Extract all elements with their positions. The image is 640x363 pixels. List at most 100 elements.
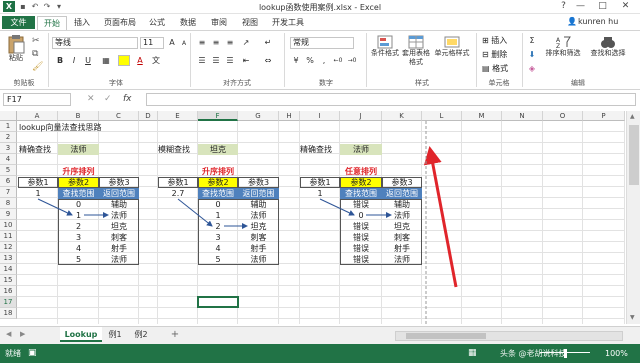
prev-sheet-icon[interactable]: ◀ [6,330,11,338]
sheet-tab-example2[interactable]: 例2 [130,327,152,342]
normal-view-icon[interactable]: ▦ [468,344,477,363]
sort-filter-label: 排序和筛选 [545,49,581,57]
tab-developer[interactable]: 开发工具 [269,16,307,30]
insert-cells-button[interactable]: ⊞ 插入 [482,35,507,46]
align-bottom-icon[interactable]: ≡ [224,37,236,48]
underline-button[interactable]: U [82,55,94,66]
zoom-level[interactable]: 100% [605,344,628,363]
cell-style-icon [444,36,460,48]
worksheet-grid[interactable]: ABCDEFGHIJKLMNOP 1 2 3 4 5 6 7 8 9 10 11 12 13 14 15 16… [0,111,625,324]
sheet-tab-example1[interactable]: 例1 [104,327,126,342]
tab-view[interactable]: 视图 [238,16,262,30]
insert-icon: ⊞ [482,36,492,45]
horizontal-scrollbar[interactable] [395,331,623,341]
close-button[interactable]: ✕ [617,0,634,13]
decrease-decimal-icon[interactable]: →0 [346,55,358,66]
cell-style-label: 单元格样式 [434,49,470,57]
format-as-table-button[interactable]: 套用表格格式 [402,35,430,67]
cut-icon[interactable]: ✂ [32,36,40,46]
bold-button[interactable]: B [54,55,66,66]
styles-group-label: 样式 [415,79,429,87]
clear-icon[interactable]: ◈ [526,63,538,74]
indent-icon[interactable]: ⇤ [240,55,252,66]
tab-formulas[interactable]: 公式 [145,16,169,30]
tab-insert[interactable]: 插入 [70,16,94,30]
number-format-select[interactable]: 常规 [290,37,354,49]
divider [48,33,49,87]
formula-input[interactable] [146,93,636,106]
tab-page-layout[interactable]: 页面布局 [101,16,139,30]
copy-icon[interactable]: ⧉ [32,49,38,59]
scroll-down-icon[interactable]: ▼ [630,314,635,321]
align-top-icon[interactable]: ≡ [196,37,208,48]
formula-bar: F17 ✕ ✓ fx [0,91,640,109]
restore-button[interactable]: □ [594,0,611,13]
help-button[interactable]: ? [555,0,572,13]
vertical-scrollbar[interactable]: ▲ ▼ [626,111,640,324]
zoom-slider-thumb[interactable] [564,349,567,358]
italic-button[interactable]: I [68,55,80,66]
tab-home[interactable]: 开始 [37,16,67,30]
macro-record-icon[interactable]: ▣ [28,344,37,363]
format-cells-button[interactable]: ▤ 格式 [482,63,508,74]
format-as-table-label: 套用表格格式 [402,49,430,66]
delete-cells-button[interactable]: ⊟ 删除 [482,49,507,60]
tab-data[interactable]: 数据 [176,16,200,30]
wrap-text-icon[interactable]: ↵ [262,37,274,48]
insert-label: 插入 [491,36,508,45]
font-size-select[interactable]: 11 [140,37,164,49]
currency-icon[interactable]: ¥ [290,55,302,66]
font-name-select[interactable]: 等线 [52,37,138,49]
ribbon-home: 粘贴 ✂ ⧉ 🖌 剪贴板 等线 11 A A B I U ▦ A 文 字体 ≡ … [0,30,640,90]
scroll-thumb[interactable] [629,125,639,185]
status-bar: 就绪 ▣ ▦ 头条 @老胡说科技 100% [0,344,640,363]
insert-function-icon[interactable]: fx [123,94,132,104]
fill-icon[interactable]: ⬇ [526,49,538,60]
border-icon[interactable]: ▦ [100,55,112,66]
sheet-tab-lookup[interactable]: Lookup [60,327,102,342]
cell-style-button[interactable]: 单元格样式 [432,35,472,58]
scroll-up-icon[interactable]: ▲ [630,113,635,120]
autosum-icon[interactable]: Σ [526,35,538,46]
divider [284,33,285,87]
name-box[interactable]: F17 [3,93,71,106]
delete-label: 删除 [491,50,508,59]
increase-decimal-icon[interactable]: ←0 [332,55,344,66]
arrow-lookup [37,198,73,216]
align-left-icon[interactable]: ☰ [196,55,208,66]
excel-window: { "window": {"title": "lookup函数使用案例.xlsx… [0,0,640,363]
orientation-icon[interactable]: ↗ [240,37,252,48]
find-select-button[interactable]: 查找和选择 [586,35,630,58]
font-shrink-icon[interactable]: A [178,38,190,49]
tab-file[interactable]: 文件 [2,16,35,29]
phonetic-icon[interactable]: 文 [150,55,162,66]
user-name[interactable]: kunren hu [578,17,618,26]
annotation-arrows [37,121,458,324]
font-grow-icon[interactable]: A [166,37,178,48]
add-sheet-button[interactable]: + [168,327,182,342]
watermark-text: 头条 @老胡说科技 [500,349,567,358]
format-painter-icon[interactable]: 🖌 [32,62,43,72]
align-middle-icon[interactable]: ≡ [210,37,222,48]
cancel-icon[interactable]: ✕ [87,94,95,104]
sort-filter-button[interactable]: AZ 排序和筛选 [542,35,584,58]
align-right-icon[interactable]: ☰ [224,55,236,66]
minimize-button[interactable]: — [572,0,589,13]
tab-review[interactable]: 审阅 [207,16,231,30]
align-center-icon[interactable]: ☰ [210,55,222,66]
enter-icon[interactable]: ✓ [104,94,112,104]
hscroll-thumb[interactable] [406,333,486,339]
person-icon[interactable]: 👤 [567,17,577,26]
next-sheet-icon[interactable]: ▶ [20,330,25,338]
comma-icon[interactable]: , [318,55,330,66]
font-color-icon[interactable]: A [134,55,146,66]
fill-color-icon[interactable] [118,55,130,66]
sort-filter-icon: AZ [556,36,571,49]
percent-icon[interactable]: % [304,55,316,66]
alignment-group-label: 对齐方式 [223,79,251,87]
merge-center-icon[interactable]: ⇔ [262,55,274,66]
title-bar: X ▪ ↶ ↷ ▾ lookup函数使用案例.xlsx - Excel ? — … [0,0,640,14]
format-label: 格式 [492,64,509,73]
paste-button[interactable]: 粘贴 [3,34,29,63]
conditional-format-button[interactable]: 条件格式 [370,35,400,58]
